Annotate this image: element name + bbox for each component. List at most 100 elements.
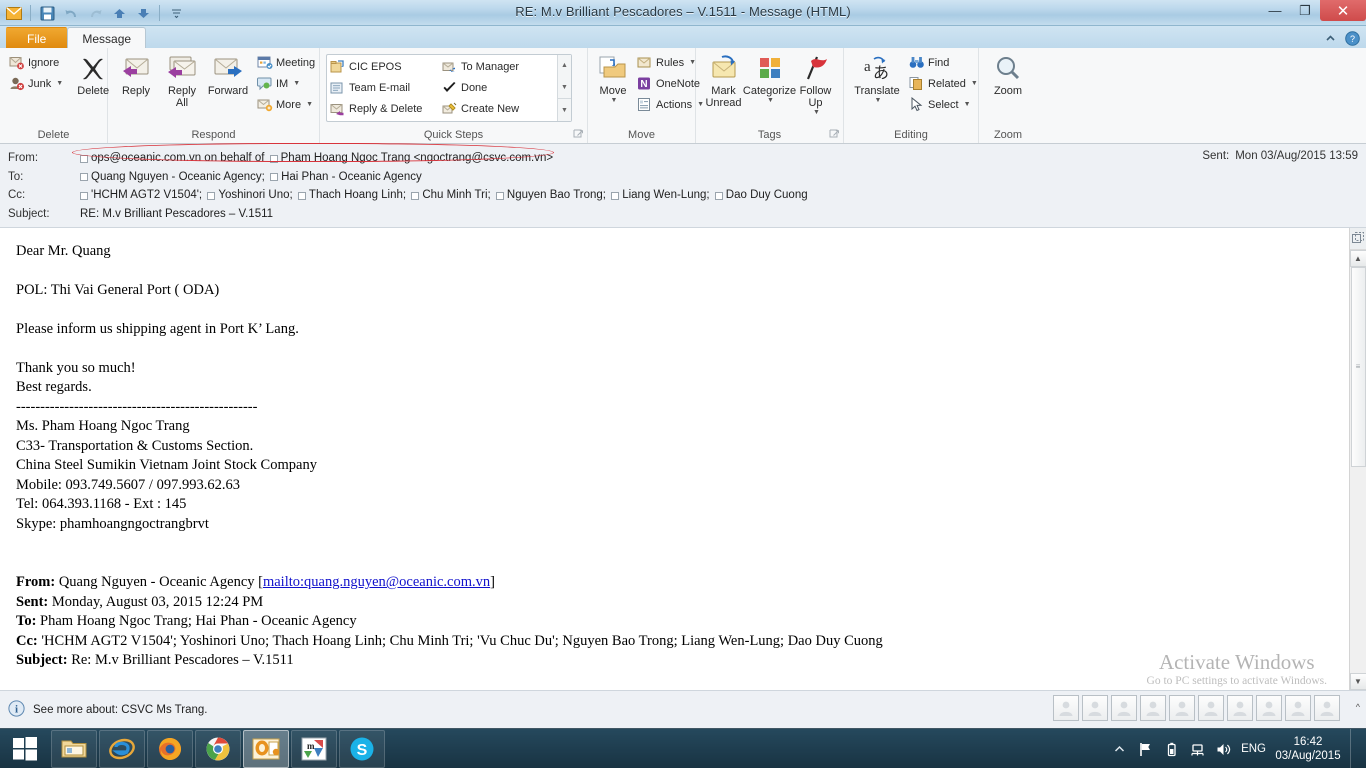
tags-dialog-launcher-icon[interactable] [829, 129, 840, 140]
follow-up-button[interactable]: Follow Up ▼ [794, 51, 838, 118]
quickstep-to-manager-label: To Manager [461, 60, 520, 73]
collapse-ribbon-icon[interactable] [1322, 30, 1338, 46]
quick-steps-scroll-up[interactable]: ▲ [558, 55, 571, 77]
clock[interactable]: 16:42 03/Aug/2015 [1275, 735, 1341, 763]
select-button[interactable]: Select ▼ [906, 94, 978, 115]
quick-steps-more[interactable]: ▼ [558, 98, 571, 121]
group-label-quick-steps-text: Quick Steps [423, 129, 484, 141]
language-indicator[interactable]: ENG [1241, 743, 1266, 755]
avatar[interactable] [1140, 695, 1166, 721]
undo-icon[interactable] [61, 3, 81, 23]
quickstep-to-manager[interactable]: To Manager [439, 56, 557, 77]
battery-icon[interactable] [1163, 741, 1180, 758]
avatar[interactable] [1256, 695, 1282, 721]
ignore-button[interactable]: Ignore [6, 52, 67, 73]
from-recipient-1[interactable]: Pham Hoang Ngoc Trang <ngoctrang@csvc.co… [269, 150, 553, 167]
scroll-down-arrow[interactable]: ▼ [1349, 673, 1366, 690]
people-pane-info[interactable]: i See more about: CSVC Ms Trang. [8, 699, 208, 720]
rules-button[interactable]: Rules ▼ [634, 52, 696, 73]
to-recipient-1[interactable]: Hai Phan - Oceanic Agency [270, 169, 422, 186]
categorize-button[interactable]: Categorize ▼ [743, 51, 796, 106]
presence-indicator [297, 191, 306, 200]
avatar[interactable] [1198, 695, 1224, 721]
volume-icon[interactable] [1215, 741, 1232, 758]
related-button[interactable]: Related ▼ [906, 73, 978, 94]
scroll-up-arrow[interactable]: ▲ [1349, 249, 1366, 267]
avatar[interactable] [1314, 695, 1340, 721]
avatar[interactable] [1111, 695, 1137, 721]
people-pane-expand-icon[interactable]: ^ [1356, 702, 1360, 712]
find-button[interactable]: Find [906, 52, 978, 73]
taskbar-file-explorer[interactable] [51, 729, 97, 768]
cc-recipient-0[interactable]: 'HCHM AGT2 V1504'; [80, 187, 202, 204]
more-button[interactable]: More ▼ [254, 94, 319, 115]
group-label-editing: Editing [894, 129, 928, 141]
avatar[interactable] [1082, 695, 1108, 721]
tab-file[interactable]: File [6, 27, 68, 48]
cc-recipient-1[interactable]: Yoshinori Uno; [207, 187, 293, 204]
translate-button[interactable]: aあ Translate ▼ [850, 51, 904, 106]
cc-recipient-6-label: Dao Duy Cuong [725, 189, 808, 201]
cc-recipient-2[interactable]: Thach Hoang Linh; [297, 187, 406, 204]
redo-icon[interactable] [85, 3, 105, 23]
cc-recipient-5[interactable]: Liang Wen-Lung; [611, 187, 710, 204]
meeting-button[interactable]: Meeting [254, 52, 319, 73]
taskbar-skype[interactable]: S [339, 729, 385, 768]
customize-qat-icon[interactable] [166, 3, 186, 23]
to-recipient-0[interactable]: Quang Nguyen - Oceanic Agency; [80, 169, 265, 186]
flag-action-center-icon[interactable] [1137, 741, 1154, 758]
im-button[interactable]: IM ▼ [254, 73, 319, 94]
message-body[interactable]: Dear Mr. Quang POL: Thi Vai General Port… [0, 228, 1349, 691]
quickstep-reply-delete[interactable]: Reply & Delete [327, 98, 439, 119]
taskbar-paint-app[interactable]: m [291, 729, 337, 768]
minimize-button[interactable]: — [1260, 0, 1290, 21]
cc-recipient-3[interactable]: Chu Minh Tri; [411, 187, 491, 204]
mark-unread-button[interactable]: Mark Unread [702, 51, 746, 111]
tab-message[interactable]: Message [67, 27, 147, 48]
actions-button[interactable]: Actions ▼ [634, 94, 704, 115]
cc-recipient-6[interactable]: Dao Duy Cuong [714, 187, 808, 204]
help-icon[interactable]: ? [1344, 30, 1360, 46]
start-button[interactable] [0, 729, 50, 768]
reply-button[interactable]: Reply [114, 51, 158, 99]
avatar[interactable] [1227, 695, 1253, 721]
quick-steps-scroll-down[interactable]: ▼ [558, 77, 571, 99]
quickstep-team-email[interactable]: Team E-mail [327, 77, 439, 98]
network-icon[interactable] [1189, 741, 1206, 758]
forward-button[interactable]: Forward [206, 51, 250, 99]
quoted-subject-value: Re: M.v Brilliant Pescadores – V.1511 [71, 652, 294, 668]
quickstep-done[interactable]: Done [439, 77, 557, 98]
close-button[interactable]: ✕ [1320, 0, 1366, 21]
next-item-icon[interactable] [133, 3, 153, 23]
zoom-button[interactable]: Zoom [986, 51, 1030, 99]
onenote-button[interactable]: N OneNote [634, 73, 700, 94]
quickstep-cic-epos[interactable]: CIC EPOS [327, 56, 439, 77]
taskbar-firefox[interactable] [147, 729, 193, 768]
cc-recipient-4[interactable]: Nguyen Bao Trong; [495, 187, 606, 204]
scrollbar-thumb[interactable]: ≡ [1350, 266, 1366, 467]
junk-button[interactable]: Junk ▼ [6, 73, 67, 94]
im-icon [256, 75, 273, 92]
taskbar-chrome[interactable] [195, 729, 241, 768]
show-desktop-button[interactable] [1350, 729, 1358, 768]
from-recipient-0[interactable]: ops@oceanic.com.vn on behalf of [80, 150, 264, 167]
taskbar-outlook[interactable] [243, 729, 289, 768]
restore-button[interactable]: ❐ [1290, 0, 1320, 21]
quoted-from-mailto-link[interactable]: mailto:quang.nguyen@oceanic.com.vn [263, 574, 490, 590]
avatar[interactable] [1053, 695, 1079, 721]
taskbar-internet-explorer[interactable] [99, 729, 145, 768]
quick-steps-dialog-launcher-icon[interactable] [573, 129, 584, 140]
move-button[interactable]: Move ▼ [594, 51, 632, 106]
save-icon[interactable] [37, 3, 57, 23]
avatar[interactable] [1169, 695, 1195, 721]
chevron-down-icon: ▼ [970, 80, 978, 87]
follow-up-label: Follow Up [799, 85, 832, 109]
quick-steps-scrollbar[interactable]: ▲ ▼ ▼ [557, 55, 571, 121]
reply-all-button[interactable]: Reply All [160, 51, 204, 111]
show-hidden-icons-icon[interactable] [1111, 741, 1128, 758]
previous-item-icon[interactable] [109, 3, 129, 23]
body-vertical-scrollbar[interactable]: ▲ ≡ ▼ [1349, 227, 1366, 690]
split-window-icon[interactable] [1349, 227, 1366, 250]
quickstep-create-new[interactable]: Create New [439, 98, 557, 119]
avatar[interactable] [1285, 695, 1311, 721]
